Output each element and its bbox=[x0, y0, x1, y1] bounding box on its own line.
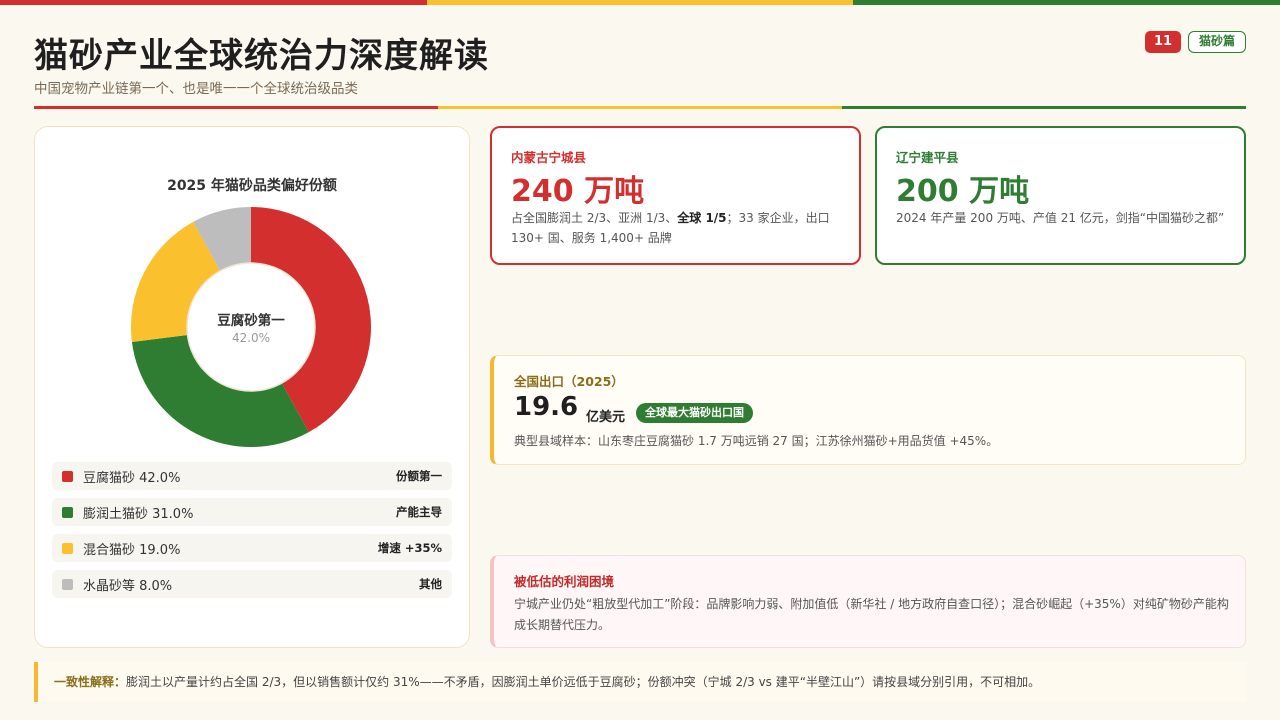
legend-label: 水晶砂等 8.0% bbox=[83, 578, 173, 594]
consistency-note-text: 膨润土以产量计约占全国 2/3，但以销售额计仅约 31%——不矛盾，因膨润土单价… bbox=[126, 675, 1041, 689]
export-heading: 全国出口（2025） bbox=[514, 374, 624, 389]
donut-center-label: 豆腐砂第一 bbox=[217, 313, 285, 329]
legend-label: 混合猫砂 19.0% bbox=[83, 542, 181, 558]
legend-note: 份额第一 bbox=[396, 469, 442, 483]
stat-description: 占全国膨润土 2/3、亚洲 1/3、全球 1/5；33 家企业，出口 130+ … bbox=[511, 211, 830, 245]
page-subtitle: 中国宠物产业链第一个、也是唯一一个全球统治级品类 bbox=[34, 81, 358, 97]
legend-label: 豆腐猫砂 42.0% bbox=[83, 470, 181, 486]
export-badge: 全球最大猫砂出口国 bbox=[636, 403, 753, 423]
stat-value: 200 万吨 bbox=[896, 174, 1030, 209]
consistency-note: 一致性解释：膨润土以产量计约占全国 2/3，但以销售额计仅约 31%——不矛盾，… bbox=[34, 662, 1246, 702]
legend-note: 产能主导 bbox=[396, 505, 442, 519]
stat-value: 240 万吨 bbox=[511, 174, 645, 209]
stat-description: 2024 年产量 200 万吨、产值 21 亿元，剑指“中国猫砂之都” bbox=[896, 211, 1225, 225]
page-number-badge: 11 bbox=[1145, 31, 1181, 53]
profit-heading: 被低估的利润困境 bbox=[514, 574, 615, 589]
stat-region: 内蒙古宁城县 bbox=[511, 150, 587, 165]
legend-swatch bbox=[62, 578, 73, 590]
export-description: 典型县域样本：山东枣庄豆腐猫砂 1.7 万吨远销 27 国；江苏徐州猫砂+用品货… bbox=[514, 434, 999, 448]
export-unit: 亿美元 bbox=[586, 410, 626, 425]
page-title: 猫砂产业全球统治力深度解读 bbox=[34, 36, 489, 76]
export-card: 全国出口（2025） 19.6 亿美元 全球最大猫砂出口国 典型县域样本：山东枣… bbox=[490, 355, 1246, 465]
top-color-bar bbox=[0, 0, 1280, 5]
legend-note: 增速 +35% bbox=[377, 541, 442, 555]
legend-item: 膨润土猫砂 31.0% 产能主导 bbox=[52, 498, 452, 526]
export-value: 19.6 bbox=[514, 392, 579, 422]
legend-swatch bbox=[62, 506, 73, 518]
profit-description: 宁城产业仍处“粗放型代加工”阶段：品牌影响力弱、附加值低（新华社 / 地方政府自… bbox=[514, 597, 1229, 632]
header-divider bbox=[34, 106, 1246, 109]
profit-dilemma-card: 被低估的利润困境 宁城产业仍处“粗放型代加工”阶段：品牌影响力弱、附加值低（新华… bbox=[490, 555, 1246, 648]
legend-item: 豆腐猫砂 42.0% 份额第一 bbox=[52, 462, 452, 490]
chart-legend: 豆腐猫砂 42.0% 份额第一 膨润土猫砂 31.0% 产能主导 混合猫砂 19… bbox=[52, 462, 452, 606]
jianping-stat-card: 辽宁建平县 200 万吨 2024 年产量 200 万吨、产值 21 亿元，剑指… bbox=[875, 126, 1246, 265]
donut-center-value: 42.0% bbox=[231, 331, 271, 345]
consistency-note-label: 一致性解释： bbox=[54, 675, 127, 689]
chart-title: 2025 年猫砂品类偏好份额 bbox=[167, 178, 337, 194]
legend-label: 膨润土猫砂 31.0% bbox=[83, 506, 194, 522]
legend-item: 水晶砂等 8.0% 其他 bbox=[52, 570, 452, 598]
legend-swatch bbox=[62, 542, 73, 554]
legend-item: 混合猫砂 19.0% 增速 +35% bbox=[52, 534, 452, 562]
legend-note: 其他 bbox=[419, 577, 442, 591]
stat-region: 辽宁建平县 bbox=[896, 150, 959, 165]
share-chart-card: 2025 年猫砂品类偏好份额 豆腐砂第一 42.0% 豆腐猫砂 42.0% 份额… bbox=[34, 126, 470, 648]
legend-swatch bbox=[62, 470, 73, 482]
section-tag: 猫砂篇 bbox=[1188, 31, 1246, 53]
ningcheng-stat-card: 内蒙古宁城县 240 万吨 占全国膨润土 2/3、亚洲 1/3、全球 1/5；3… bbox=[490, 126, 861, 265]
